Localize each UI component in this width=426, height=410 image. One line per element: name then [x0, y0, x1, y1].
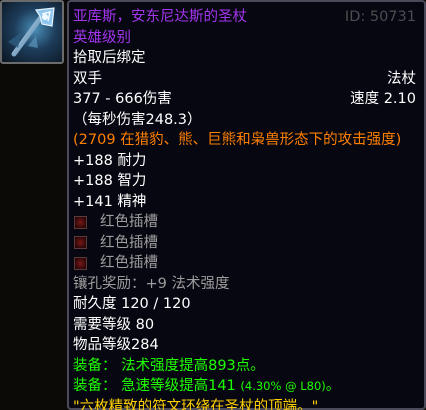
item-tooltip: 亚库斯，安东尼达斯的圣杖 ID: 50731 英雄级别 拾取后绑定 双手 法杖 … — [67, 0, 426, 410]
socket-row: 红色插槽 — [73, 233, 420, 254]
stat-spirit: +141 精神 — [73, 193, 147, 210]
red-socket-icon — [74, 256, 87, 270]
equip-haste: 装备： 急速等级提高141 (4.30% @ L80)。 — [73, 376, 420, 397]
equip-haste-detail: (4.30% @ L80) — [240, 379, 326, 393]
item-durability: 耐久度 120 / 120 — [73, 296, 191, 312]
item-level: 物品等级284 — [73, 337, 159, 353]
item-name-row: 亚库斯，安东尼达斯的圣杖 ID: 50731 — [73, 7, 420, 28]
staff-icon[interactable] — [0, 0, 64, 64]
item-slot-row: 双手 法杖 — [73, 69, 420, 90]
item-speed: 速度 2.10 — [350, 91, 416, 107]
item-dps: （每秒伤害248.3） — [73, 111, 202, 128]
item-required-level: 需要等级 80 — [73, 316, 155, 333]
stat-stamina: +188 耐力 — [73, 152, 147, 169]
item-damage-row: 377 - 666伤害 速度 2.10 — [73, 89, 420, 110]
item-id: ID: 50731 — [344, 9, 416, 25]
socket-label: 红色插槽 — [100, 214, 158, 230]
item-quality: 英雄级别 — [73, 29, 131, 46]
item-binding: 拾取后绑定 — [73, 50, 146, 66]
item-hand: 双手 — [73, 70, 102, 87]
tooltip-stage: 亚库斯，安东尼达斯的圣杖 ID: 50731 英雄级别 拾取后绑定 双手 法杖 … — [0, 0, 426, 410]
item-damage: 377 - 666伤害 — [73, 91, 172, 107]
red-socket-icon — [74, 236, 87, 250]
item-type: 法杖 — [387, 70, 416, 87]
item-flavor-text: "六枚精致的符文环绕在圣杖的顶端。" — [73, 398, 319, 410]
equip-spell-power: 装备： 法术强度提高893点。 — [73, 357, 265, 374]
socket-row: 红色插槽 — [73, 212, 420, 233]
socket-bonus: 镶孔奖励：+9 法术强度 — [73, 275, 230, 292]
socket-label: 红色插槽 — [100, 255, 158, 271]
equip-haste-tail: 。 — [325, 378, 341, 394]
socket-row: 红色插槽 — [73, 253, 420, 274]
item-feral-attack-power: (2709 在猎豹、熊、巨熊和枭兽形态下的攻击强度) — [73, 132, 402, 148]
stat-intellect: +188 智力 — [73, 173, 147, 189]
socket-label: 红色插槽 — [100, 234, 158, 251]
item-name: 亚库斯，安东尼达斯的圣杖 — [73, 9, 247, 25]
red-socket-icon — [74, 215, 87, 229]
equip-haste-main: 装备： 急速等级提高141 — [73, 378, 236, 394]
